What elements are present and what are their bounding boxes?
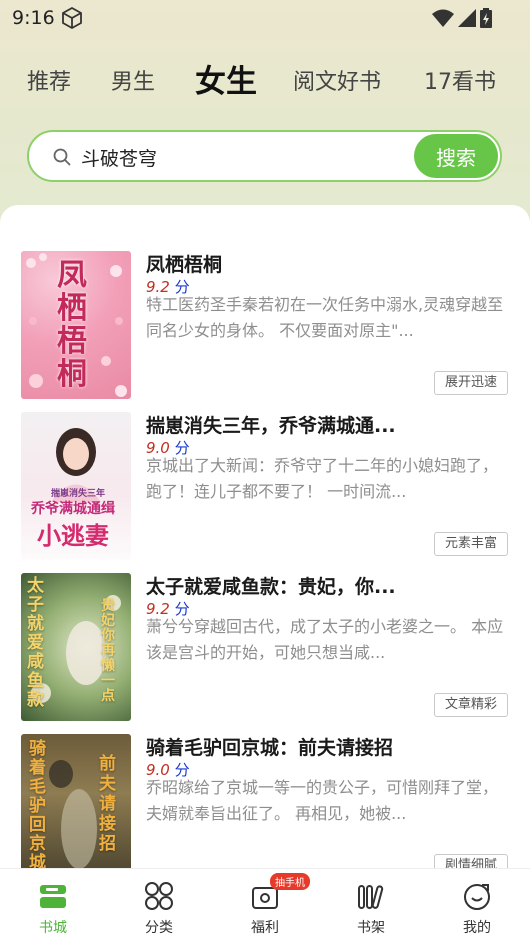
cover-title-right: 前夫请接招 [99,754,116,854]
search-button[interactable]: 搜索 [414,134,498,178]
cover-mid-title: 乔爷满城通缉 [31,501,115,517]
book-cover[interactable]: 揣崽消失三年 乔爷满城通缉 小逃妻 [21,412,131,560]
book-description: 乔昭嫁给了京城一等一的贵公子，可惜刚拜了堂，夫婿就奉旨出征了。 再相见，她被..… [146,778,499,823]
book-tag[interactable]: 剧情细腻 [433,854,508,868]
nav-bookshelf[interactable]: 书架 [318,869,424,942]
bookshelf-icon [358,885,384,909]
book-cover[interactable]: 骑着毛驴回京城 前夫请接招 [21,734,131,868]
book-title[interactable]: 凤栖梧桐 [146,250,506,277]
battery-icon [480,8,492,28]
book-tag[interactable]: 文章精彩 [433,693,508,717]
bottom-nav: 书城 分类 抽手机 福利 书架 我的 [0,868,530,942]
status-bar: 9:16 [0,0,530,36]
nav-welfare[interactable]: 抽手机 福利 [212,869,318,942]
nav-label: 书城 [39,920,67,936]
book-tag[interactable]: 展开迅速 [433,371,508,395]
tab-recommend[interactable]: 推荐 [27,64,71,96]
tab-yuewen[interactable]: 阅文好书 [293,64,381,96]
tab-17kanshu[interactable]: 17看书 [424,64,496,96]
tab-female[interactable]: 女生 [195,56,257,101]
cube-icon [62,6,82,30]
status-indicators [432,8,492,28]
nav-bookstore[interactable]: 书城 [0,869,106,942]
tab-male[interactable]: 男生 [111,64,155,96]
cover-title-right: 贵妃你再懒一点 [101,598,115,704]
cover-title: 凤栖梧桐 [57,258,87,392]
bookstore-icon [40,885,66,908]
nav-label: 我的 [463,920,491,936]
status-time: 9:16 [12,7,55,29]
book-list: 凤栖梧桐 凤栖梧桐 9.2 分 特工医药圣手秦若初在一次任务中溺水,灵魂穿越至同… [0,205,530,868]
top-tabs: 推荐 男生 女生 阅文好书 17看书 [0,50,530,106]
book-tag[interactable]: 元素丰富 [433,532,508,556]
profile-icon [464,884,490,910]
book-description: 京城出了大新闻：乔爷守了十二年的小媳妇跑了，跑了！连儿子都不要了！ 一时间流..… [146,456,499,501]
search-input[interactable] [81,142,401,172]
book-title[interactable]: 太子就爱咸鱼款：贵妃，你... [146,572,506,599]
signal-icon [458,9,476,27]
nav-label: 福利 [251,920,279,936]
cover-main-title: 小逃妻 [37,521,109,550]
book-title[interactable]: 骑着毛驴回京城：前夫请接招 [146,733,506,760]
book-item[interactable]: 凤栖梧桐 凤栖梧桐 9.2 分 特工医药圣手秦若初在一次任务中溺水,灵魂穿越至同… [0,251,530,411]
nav-label: 书架 [357,920,385,936]
nav-badge: 抽手机 [270,873,310,890]
nav-category[interactable]: 分类 [106,869,212,942]
book-description: 萧兮兮穿越回古代，成了太子的小老婆之一。 本应该是宫斗的开始，可她只想当咸... [146,617,504,662]
cover-title-left: 太子就爱咸鱼款 [27,576,44,710]
book-item[interactable]: 骑着毛驴回京城 前夫请接招 骑着毛驴回京城：前夫请接招 9.0 分 乔昭嫁给了京… [0,734,530,868]
category-icon [145,882,173,910]
nav-profile[interactable]: 我的 [424,869,530,942]
cover-title-left: 骑着毛驴回京城 [29,739,46,869]
nav-label: 分类 [145,920,173,936]
wifi-icon [432,9,454,27]
search-icon [53,148,71,166]
book-cover[interactable]: 太子就爱咸鱼款 贵妃你再懒一点 [21,573,131,721]
book-description: 特工医药圣手秦若初在一次任务中溺水,灵魂穿越至同名少女的身体。 不仅要面对原主"… [146,295,504,340]
book-item[interactable]: 揣崽消失三年 乔爷满城通缉 小逃妻 揣崽消失三年，乔爷满城通... 9.0 分 … [0,412,530,572]
book-cover[interactable]: 凤栖梧桐 [21,251,131,399]
book-title[interactable]: 揣崽消失三年，乔爷满城通... [146,411,506,438]
search-bar: 搜索 [27,130,502,182]
book-item[interactable]: 太子就爱咸鱼款 贵妃你再懒一点 太子就爱咸鱼款：贵妃，你... 9.2 分 萧兮… [0,573,530,733]
